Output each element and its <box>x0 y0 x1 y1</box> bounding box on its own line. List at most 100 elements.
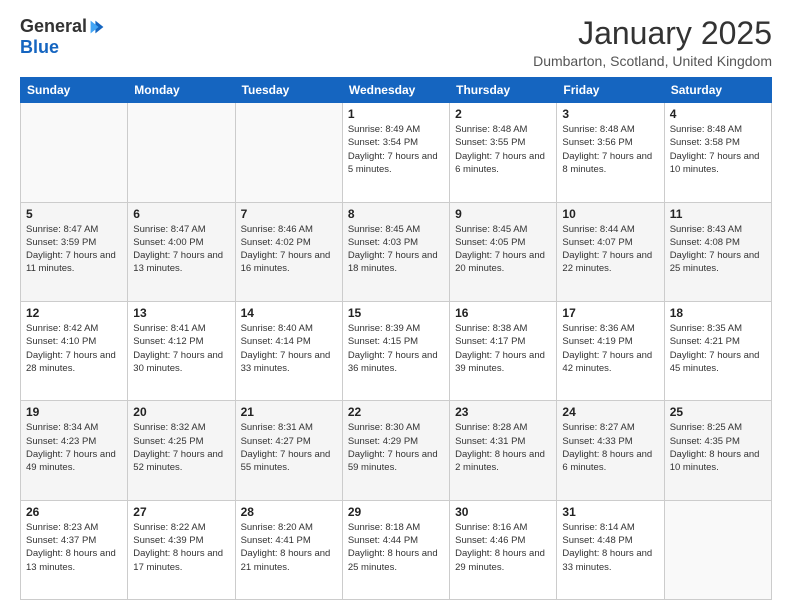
day-number: 6 <box>133 207 229 221</box>
day-number: 18 <box>670 306 766 320</box>
day-info: Sunrise: 8:46 AM Sunset: 4:02 PM Dayligh… <box>241 223 337 276</box>
day-number: 23 <box>455 405 551 419</box>
table-row: 23Sunrise: 8:28 AM Sunset: 4:31 PM Dayli… <box>450 401 557 500</box>
day-number: 19 <box>26 405 122 419</box>
day-number: 7 <box>241 207 337 221</box>
table-row: 10Sunrise: 8:44 AM Sunset: 4:07 PM Dayli… <box>557 202 664 301</box>
day-info: Sunrise: 8:38 AM Sunset: 4:17 PM Dayligh… <box>455 322 551 375</box>
day-info: Sunrise: 8:18 AM Sunset: 4:44 PM Dayligh… <box>348 521 444 574</box>
header-wednesday: Wednesday <box>342 78 449 103</box>
header-thursday: Thursday <box>450 78 557 103</box>
logo-blue-text: Blue <box>20 37 59 58</box>
calendar-week-row: 12Sunrise: 8:42 AM Sunset: 4:10 PM Dayli… <box>21 301 772 400</box>
table-row: 16 Sunrise: 8:38 AM Sunset: 4:17 PM Dayli… <box>450 301 557 400</box>
table-row: 21 Sunrise: 8:31 AM Sunset: 4:27 PM Dayli… <box>235 401 342 500</box>
day-number: 15 <box>348 306 444 320</box>
day-info: Sunrise: 8:41 AM Sunset: 4:12 PM Dayligh… <box>133 322 229 375</box>
table-row: 30 Sunrise: 8:16 AM Sunset: 4:46 PM Dayli… <box>450 500 557 599</box>
table-row <box>664 500 771 599</box>
table-row: 11Sunrise: 8:43 AM Sunset: 4:08 PM Dayli… <box>664 202 771 301</box>
table-row: 14Sunrise: 8:40 AM Sunset: 4:14 PM Dayli… <box>235 301 342 400</box>
table-row <box>235 103 342 202</box>
table-row: 20 Sunrise: 8:32 AM Sunset: 4:25 PM Dayli… <box>128 401 235 500</box>
table-row: 8Sunrise: 8:45 AM Sunset: 4:03 PM Daylig… <box>342 202 449 301</box>
day-number: 31 <box>562 505 658 519</box>
table-row: 22 Sunrise: 8:30 AM Sunset: 4:29 PM Dayli… <box>342 401 449 500</box>
calendar-week-row: 19 Sunrise: 8:34 AM Sunset: 4:23 PM Dayli… <box>21 401 772 500</box>
header-saturday: Saturday <box>664 78 771 103</box>
day-number: 20 <box>133 405 229 419</box>
header: General Blue January 2025 Dumbarton, Sco… <box>20 16 772 69</box>
day-info: Sunrise: 8:47 AM Sunset: 4:00 PM Dayligh… <box>133 223 229 276</box>
table-row: 12Sunrise: 8:42 AM Sunset: 4:10 PM Dayli… <box>21 301 128 400</box>
day-number: 30 <box>455 505 551 519</box>
day-number: 11 <box>670 207 766 221</box>
day-number: 9 <box>455 207 551 221</box>
calendar-header-row: Sunday Monday Tuesday Wednesday Thursday… <box>21 78 772 103</box>
day-info: Sunrise: 8:14 AM Sunset: 4:48 PM Dayligh… <box>562 521 658 574</box>
day-info: Sunrise: 8:25 AM Sunset: 4:35 PM Dayligh… <box>670 421 766 474</box>
table-row: 25Sunrise: 8:25 AM Sunset: 4:35 PM Dayli… <box>664 401 771 500</box>
day-info: Sunrise: 8:45 AM Sunset: 4:05 PM Dayligh… <box>455 223 551 276</box>
table-row <box>21 103 128 202</box>
day-number: 3 <box>562 107 658 121</box>
title-section: January 2025 Dumbarton, Scotland, United… <box>533 16 772 69</box>
table-row: 13 Sunrise: 8:41 AM Sunset: 4:12 PM Dayli… <box>128 301 235 400</box>
day-info: Sunrise: 8:40 AM Sunset: 4:14 PM Dayligh… <box>241 322 337 375</box>
day-number: 4 <box>670 107 766 121</box>
day-info: Sunrise: 8:42 AM Sunset: 4:10 PM Dayligh… <box>26 322 122 375</box>
table-row: 9 Sunrise: 8:45 AM Sunset: 4:05 PM Daylig… <box>450 202 557 301</box>
header-sunday: Sunday <box>21 78 128 103</box>
table-row: 7 Sunrise: 8:46 AM Sunset: 4:02 PM Daylig… <box>235 202 342 301</box>
logo: General Blue <box>20 16 105 58</box>
logo-general-text: General <box>20 16 87 37</box>
day-info: Sunrise: 8:47 AM Sunset: 3:59 PM Dayligh… <box>26 223 122 276</box>
day-info: Sunrise: 8:49 AM Sunset: 3:54 PM Dayligh… <box>348 123 444 176</box>
header-monday: Monday <box>128 78 235 103</box>
table-row: 26 Sunrise: 8:23 AM Sunset: 4:37 PM Dayli… <box>21 500 128 599</box>
table-row: 27Sunrise: 8:22 AM Sunset: 4:39 PM Dayli… <box>128 500 235 599</box>
day-number: 5 <box>26 207 122 221</box>
day-info: Sunrise: 8:30 AM Sunset: 4:29 PM Dayligh… <box>348 421 444 474</box>
day-info: Sunrise: 8:48 AM Sunset: 3:58 PM Dayligh… <box>670 123 766 176</box>
day-info: Sunrise: 8:35 AM Sunset: 4:21 PM Dayligh… <box>670 322 766 375</box>
day-info: Sunrise: 8:16 AM Sunset: 4:46 PM Dayligh… <box>455 521 551 574</box>
calendar-table: Sunday Monday Tuesday Wednesday Thursday… <box>20 77 772 600</box>
table-row: 24 Sunrise: 8:27 AM Sunset: 4:33 PM Dayli… <box>557 401 664 500</box>
day-info: Sunrise: 8:31 AM Sunset: 4:27 PM Dayligh… <box>241 421 337 474</box>
day-number: 21 <box>241 405 337 419</box>
day-number: 22 <box>348 405 444 419</box>
table-row: 1 Sunrise: 8:49 AM Sunset: 3:54 PM Daylig… <box>342 103 449 202</box>
table-row: 6 Sunrise: 8:47 AM Sunset: 4:00 PM Daylig… <box>128 202 235 301</box>
day-number: 29 <box>348 505 444 519</box>
table-row: 31 Sunrise: 8:14 AM Sunset: 4:48 PM Dayli… <box>557 500 664 599</box>
table-row: 3 Sunrise: 8:48 AM Sunset: 3:56 PM Daylig… <box>557 103 664 202</box>
table-row: 29 Sunrise: 8:18 AM Sunset: 4:44 PM Dayli… <box>342 500 449 599</box>
location-text: Dumbarton, Scotland, United Kingdom <box>533 53 772 69</box>
day-info: Sunrise: 8:23 AM Sunset: 4:37 PM Dayligh… <box>26 521 122 574</box>
day-number: 10 <box>562 207 658 221</box>
day-info: Sunrise: 8:39 AM Sunset: 4:15 PM Dayligh… <box>348 322 444 375</box>
day-info: Sunrise: 8:20 AM Sunset: 4:41 PM Dayligh… <box>241 521 337 574</box>
day-number: 24 <box>562 405 658 419</box>
day-number: 1 <box>348 107 444 121</box>
table-row <box>128 103 235 202</box>
day-info: Sunrise: 8:36 AM Sunset: 4:19 PM Dayligh… <box>562 322 658 375</box>
calendar-week-row: 5 Sunrise: 8:47 AM Sunset: 3:59 PM Daylig… <box>21 202 772 301</box>
day-number: 17 <box>562 306 658 320</box>
day-info: Sunrise: 8:27 AM Sunset: 4:33 PM Dayligh… <box>562 421 658 474</box>
table-row: 15 Sunrise: 8:39 AM Sunset: 4:15 PM Dayli… <box>342 301 449 400</box>
day-number: 13 <box>133 306 229 320</box>
day-number: 16 <box>455 306 551 320</box>
page: General Blue January 2025 Dumbarton, Sco… <box>0 0 792 612</box>
header-friday: Friday <box>557 78 664 103</box>
day-info: Sunrise: 8:48 AM Sunset: 3:56 PM Dayligh… <box>562 123 658 176</box>
day-info: Sunrise: 8:32 AM Sunset: 4:25 PM Dayligh… <box>133 421 229 474</box>
month-title: January 2025 <box>533 16 772 51</box>
day-number: 26 <box>26 505 122 519</box>
day-number: 8 <box>348 207 444 221</box>
day-info: Sunrise: 8:34 AM Sunset: 4:23 PM Dayligh… <box>26 421 122 474</box>
table-row: 17 Sunrise: 8:36 AM Sunset: 4:19 PM Dayli… <box>557 301 664 400</box>
table-row: 28Sunrise: 8:20 AM Sunset: 4:41 PM Dayli… <box>235 500 342 599</box>
table-row: 18 Sunrise: 8:35 AM Sunset: 4:21 PM Dayli… <box>664 301 771 400</box>
